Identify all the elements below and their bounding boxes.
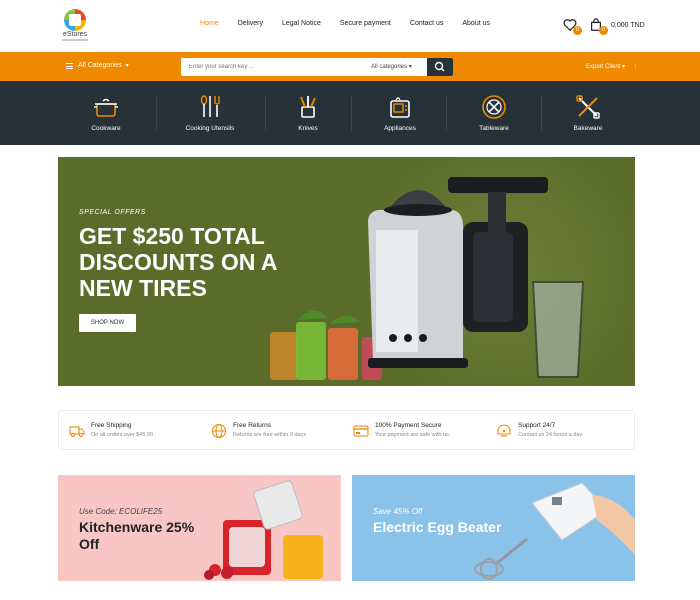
promo-kitchenware[interactable]: Use Code: ECOLIFE25 Kitchenware 25% Off xyxy=(58,475,341,581)
cart-total[interactable]: 0,000 TND xyxy=(611,22,645,29)
logo-mark xyxy=(64,9,86,31)
utensils-icon xyxy=(200,95,220,117)
category-label: Tableware xyxy=(479,125,509,132)
feature-subtitle: Returns are free within 9 days xyxy=(233,432,307,438)
wishlist-count: 0 xyxy=(573,26,582,35)
search-button[interactable] xyxy=(427,58,453,76)
category-cooking-utensils[interactable]: Cooking Utensils xyxy=(160,81,260,145)
cart-button[interactable]: 0 xyxy=(589,18,608,35)
hero-banner[interactable]: SPECIAL OFFERS GET $250 TOTAL DISCOUNTS … xyxy=(58,157,635,386)
menu-icon xyxy=(66,62,73,69)
chevron-down-icon: ▾ xyxy=(125,63,129,69)
nav-contact-us[interactable]: Contact us xyxy=(410,20,443,27)
feature-title: 100% Payment Secure xyxy=(375,422,442,429)
promo-kicker: Use Code: ECOLIFE25 xyxy=(79,507,163,516)
category-tableware[interactable]: Tableware xyxy=(444,81,544,145)
category-bakeware[interactable]: Bakeware xyxy=(538,81,638,145)
nav-legal-notice[interactable]: Legal Notice xyxy=(282,20,321,27)
search-input[interactable] xyxy=(181,58,367,76)
nav-delivery[interactable]: Delivery xyxy=(238,20,263,27)
globe-icon xyxy=(211,423,227,439)
export-client-menu[interactable]: Export Client ▾ ⋮ xyxy=(586,63,639,70)
category-label: Cookware xyxy=(91,125,121,132)
logo-text: eStores xyxy=(62,31,88,38)
juicer-image xyxy=(270,177,585,380)
export-client-label: Export Client xyxy=(586,64,621,70)
feature-title: Free Returns xyxy=(233,422,271,429)
egg-beater-image xyxy=(474,482,635,580)
more-icon: ⋮ xyxy=(632,64,639,70)
category-label: Bakeware xyxy=(573,125,603,132)
hero-kicker: SPECIAL OFFERS xyxy=(79,209,146,216)
appliance-icon xyxy=(390,97,410,118)
pot-icon xyxy=(94,98,118,117)
chevron-down-icon: ▾ xyxy=(622,64,626,70)
search-toolbar: All Categories ▾ All categories ▾ Export… xyxy=(0,52,700,81)
shop-now-button[interactable]: SHOP NOW xyxy=(79,314,136,332)
feature-subtitle: Your payment are safe with us. xyxy=(375,432,451,438)
search-category-select[interactable]: All categories ▾ xyxy=(371,58,412,76)
cart-count: 0 xyxy=(599,26,608,35)
top-header: eStores Home Delivery Legal Notice Secur… xyxy=(0,0,700,52)
divider xyxy=(156,95,157,131)
support-icon xyxy=(497,424,511,437)
search-icon xyxy=(434,61,445,72)
nav-home[interactable]: Home xyxy=(200,20,219,27)
search-category-label: All categories xyxy=(371,64,408,70)
all-categories-label: All Categories xyxy=(78,62,122,69)
nav-secure-payment[interactable]: Secure payment xyxy=(340,20,391,27)
nav-about-us[interactable]: About us xyxy=(462,20,490,27)
category-strip: Cookware Cooking Utensils Knives Applian… xyxy=(0,81,700,145)
category-label: Cooking Utensils xyxy=(185,125,235,132)
bakeware-icon xyxy=(576,95,600,119)
kitchenware-image xyxy=(204,480,323,580)
category-cookware[interactable]: Cookware xyxy=(56,81,156,145)
logo-underline xyxy=(62,39,88,41)
category-label: Knives xyxy=(298,125,318,132)
tableware-icon xyxy=(482,95,506,119)
site-logo[interactable]: eStores xyxy=(58,9,92,43)
promo-kicker: Save 45% Off xyxy=(373,507,423,516)
knives-icon xyxy=(300,96,316,118)
features-bar: Free Shipping On all orders over $45.00 … xyxy=(58,410,635,450)
wishlist-button[interactable]: 0 xyxy=(563,18,582,35)
feature-title: Free Shipping xyxy=(91,422,132,429)
payment-icon xyxy=(353,425,369,437)
feature-subtitle: On all orders over $45.00 xyxy=(91,432,154,438)
main-nav: Home Delivery Legal Notice Secure paymen… xyxy=(200,20,509,27)
header-actions: 0 0 0,000 TND xyxy=(563,17,645,35)
search-bar: All categories ▾ xyxy=(181,58,453,76)
chevron-down-icon: ▾ xyxy=(408,64,412,70)
feature-title: Support 24/7 xyxy=(518,422,556,429)
promo-egg-beater[interactable]: Save 45% Off Electric Egg Beater xyxy=(352,475,635,581)
category-knives[interactable]: Knives xyxy=(258,81,358,145)
page: eStores Home Delivery Legal Notice Secur… xyxy=(0,0,700,600)
category-label: Appliances xyxy=(384,125,416,132)
truck-icon xyxy=(69,426,85,437)
category-appliances[interactable]: Appliances xyxy=(350,81,450,145)
promo-title: Kitchenware 25% Off xyxy=(79,519,195,552)
feature-subtitle: Contact us 24 hours a day xyxy=(518,432,583,438)
all-categories-toggle[interactable]: All Categories ▾ xyxy=(66,62,129,69)
